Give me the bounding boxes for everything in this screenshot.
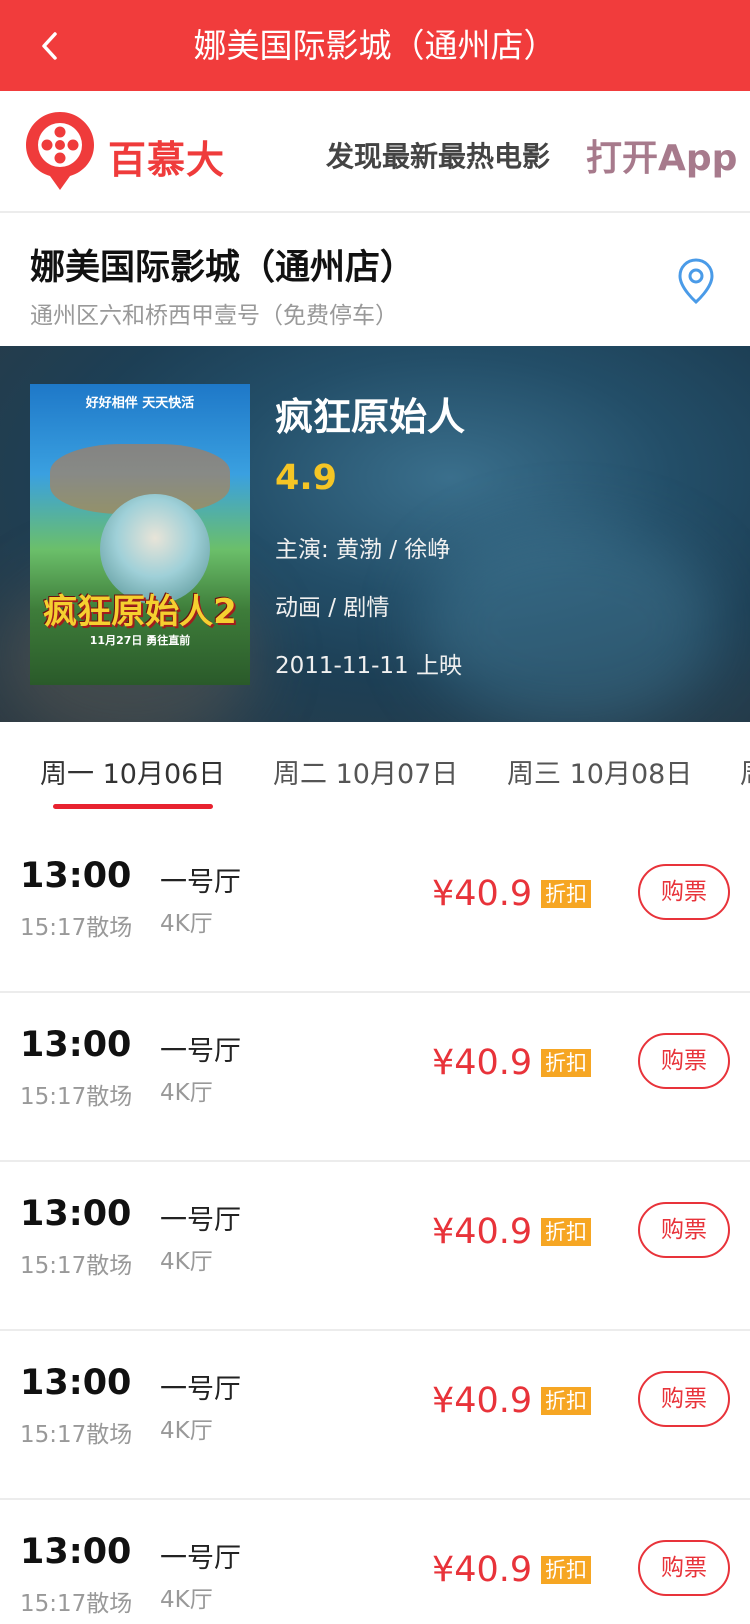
showtime-row: 13:00 15:17散场 一号厅 4K厅 ¥40.9 折扣 购票 [0, 824, 750, 993]
buy-ticket-button[interactable]: 购票 [638, 1033, 730, 1089]
show-end-time: 15:17散场 [20, 1084, 133, 1110]
showtime-row: 13:00 15:17散场 一号厅 4K厅 ¥40.9 折扣 购票 [0, 1331, 750, 1500]
show-end-time: 15:17散场 [20, 1591, 133, 1617]
show-end-time: 15:17散场 [20, 1253, 133, 1279]
movie-banner: 好好相伴 天天快活 疯狂原始人2 11月27日 勇往直前 疯狂原始人 4.9 主… [0, 346, 750, 722]
show-hall: 一号厅 [160, 1374, 241, 1405]
cinema-address: 通州区六和桥西甲壹号（免费停车） [30, 303, 398, 329]
show-hall: 一号厅 [160, 1036, 241, 1067]
show-start-time: 13:00 [20, 1025, 132, 1065]
tab-date[interactable]: 周二 10月07日 [273, 752, 458, 791]
show-format: 4K厅 [160, 1418, 213, 1444]
tab-date[interactable]: 周一 10月06日 [40, 752, 225, 791]
app-promo-bar: 百慕大 发现最新最热电影 打开App [0, 91, 750, 213]
show-hall: 一号厅 [160, 1205, 241, 1236]
show-price: ¥40.9 [432, 1381, 533, 1421]
movie-release-date: 2011-11-11 上映 [275, 653, 462, 679]
show-end-time: 15:17散场 [20, 1422, 133, 1448]
showtime-row: 13:00 15:17散场 一号厅 4K厅 ¥40.9 折扣 购票 [0, 1500, 750, 1624]
show-price: ¥40.9 [432, 1212, 533, 1252]
show-format: 4K厅 [160, 1080, 213, 1106]
tab-date[interactable]: 周三 10月08日 [507, 752, 692, 791]
show-format: 4K厅 [160, 1249, 213, 1275]
movie-cast: 主演: 黄渤 / 徐峥 [275, 537, 451, 563]
discount-badge: 折扣 [541, 880, 591, 908]
show-price: ¥40.9 [432, 874, 533, 914]
discount-badge: 折扣 [541, 1049, 591, 1077]
page-title: 娜美国际影城（通州店） [193, 26, 557, 65]
show-format: 4K厅 [160, 1587, 213, 1613]
buy-ticket-button[interactable]: 购票 [638, 864, 730, 920]
brand-name: 百慕大 [108, 138, 226, 182]
movie-title: 疯狂原始人 [275, 395, 466, 439]
cinema-info: 娜美国际影城（通州店） 通州区六和桥西甲壹号（免费停车） [0, 213, 750, 346]
poster-title: 疯狂原始人2 [43, 592, 237, 632]
show-start-time: 13:00 [20, 1532, 132, 1572]
movie-poster[interactable]: 好好相伴 天天快活 疯狂原始人2 11月27日 勇往直前 [30, 384, 250, 685]
show-price: ¥40.9 [432, 1043, 533, 1083]
show-hall: 一号厅 [160, 867, 241, 898]
date-tabs: 周一 10月06日 周二 10月07日 周三 10月08日 周四 10月09日 [0, 722, 750, 824]
discount-badge: 折扣 [541, 1387, 591, 1415]
buy-ticket-button[interactable]: 购票 [638, 1371, 730, 1427]
active-tab-indicator [53, 804, 213, 809]
show-start-time: 13:00 [20, 1194, 132, 1234]
show-end-time: 15:17散场 [20, 915, 133, 941]
show-price: ¥40.9 [432, 1550, 533, 1590]
show-format: 4K厅 [160, 911, 213, 937]
show-hall: 一号厅 [160, 1543, 241, 1574]
promo-slogan: 发现最新最热电影 [326, 140, 551, 173]
show-start-time: 13:00 [20, 1363, 132, 1403]
open-app-button[interactable]: 打开App [586, 129, 737, 181]
movie-genre: 动画 / 剧情 [275, 595, 390, 621]
cinema-name: 娜美国际影城（通州店） [30, 248, 416, 288]
film-reel-pin-icon [26, 112, 94, 190]
poster-tagline: 好好相伴 天天快活 [85, 396, 195, 411]
discount-badge: 折扣 [541, 1556, 591, 1584]
showtime-row: 13:00 15:17散场 一号厅 4K厅 ¥40.9 折扣 购票 [0, 993, 750, 1162]
show-start-time: 13:00 [20, 856, 132, 896]
buy-ticket-button[interactable]: 购票 [638, 1202, 730, 1258]
discount-badge: 折扣 [541, 1218, 591, 1246]
tab-date[interactable]: 周四 10月09日 [740, 752, 750, 791]
buy-ticket-button[interactable]: 购票 [638, 1540, 730, 1596]
map-pin-icon[interactable] [676, 257, 716, 305]
page: 娜美国际影城（通州店） 百慕大 发现最新最热电影 打开App 娜美国际影城（通州… [0, 0, 750, 1624]
top-navbar: 娜美国际影城（通州店） [0, 0, 750, 91]
showtime-row: 13:00 15:17散场 一号厅 4K厅 ¥40.9 折扣 购票 [0, 1162, 750, 1331]
banner-backdrop [420, 526, 720, 722]
movie-score: 4.9 [275, 458, 338, 498]
poster-date: 11月27日 勇往直前 [89, 634, 191, 647]
